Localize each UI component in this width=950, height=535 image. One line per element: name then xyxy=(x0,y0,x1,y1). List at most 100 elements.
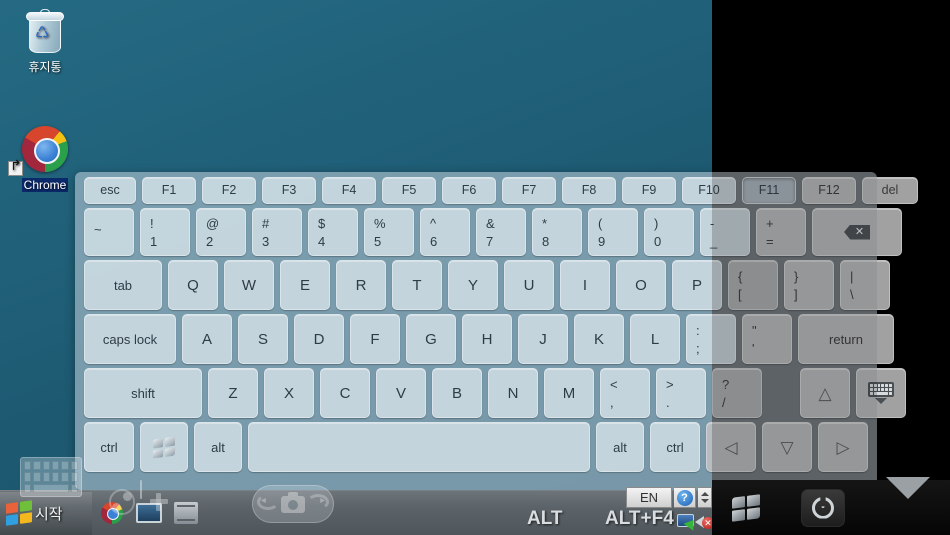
key-f2[interactable]: F2 xyxy=(202,177,256,204)
key-caps-lock[interactable]: caps lock xyxy=(84,314,176,364)
key-f4[interactable]: F4 xyxy=(322,177,376,204)
key-6[interactable]: ^ 6 xyxy=(420,208,470,256)
key-minus[interactable]: - _ xyxy=(700,208,750,256)
on-screen-keyboard[interactable]: esc F1 F2 F3 F4 F5 F6 F7 F8 F9 F10 F11 F… xyxy=(75,172,918,490)
key-f10[interactable]: F10 xyxy=(682,177,736,204)
key-f3[interactable]: F3 xyxy=(262,177,316,204)
key-semicolon[interactable]: : ; xyxy=(686,314,736,364)
key-f7[interactable]: F7 xyxy=(502,177,556,204)
key-w[interactable]: W xyxy=(224,260,274,310)
key-0[interactable]: ) 0 xyxy=(644,208,694,256)
key-alt-right[interactable]: alt xyxy=(596,422,644,472)
key-f6[interactable]: F6 xyxy=(442,177,496,204)
key-n[interactable]: N xyxy=(488,368,538,418)
key-q[interactable]: Q xyxy=(168,260,218,310)
key-p[interactable]: P xyxy=(672,260,722,310)
key-label: F7 xyxy=(521,183,537,198)
language-indicator[interactable]: EN xyxy=(626,487,672,508)
key-r[interactable]: R xyxy=(336,260,386,310)
nav-hide-button[interactable] xyxy=(885,476,930,517)
key-slash[interactable]: ? / xyxy=(712,368,762,418)
key-f[interactable]: F xyxy=(350,314,400,364)
key-j[interactable]: J xyxy=(518,314,568,364)
key-x[interactable]: X xyxy=(264,368,314,418)
key-arrow-right[interactable]: ▷ xyxy=(818,422,868,472)
key-label: F8 xyxy=(581,183,597,198)
key-2[interactable]: @ 2 xyxy=(196,208,246,256)
key-f8[interactable]: F8 xyxy=(562,177,616,204)
key-f1[interactable]: F1 xyxy=(142,177,196,204)
key-h[interactable]: H xyxy=(462,314,512,364)
key-esc[interactable]: esc xyxy=(84,177,136,204)
chevron-down-icon xyxy=(885,476,930,516)
nav-windows-button[interactable] xyxy=(732,493,761,522)
key-v[interactable]: V xyxy=(376,368,426,418)
key-quote[interactable]: " ' xyxy=(742,314,792,364)
key-z[interactable]: Z xyxy=(208,368,258,418)
key-1[interactable]: ! 1 xyxy=(140,208,190,256)
key-g[interactable]: G xyxy=(406,314,456,364)
key-arrow-left[interactable]: ◁ xyxy=(706,422,756,472)
key-del[interactable]: del xyxy=(862,177,918,204)
key-backslash[interactable]: | \ xyxy=(840,260,890,310)
key-bracket-right[interactable]: } ] xyxy=(784,260,834,310)
key-label: H xyxy=(481,330,493,348)
key-9[interactable]: ( 9 xyxy=(588,208,638,256)
key-shift[interactable]: shift xyxy=(84,368,202,418)
key-label: C xyxy=(339,384,351,402)
alt-overlay-label[interactable]: ALT xyxy=(527,508,563,530)
key-comma[interactable]: < , xyxy=(600,368,650,418)
keyboard-row-control: ctrl alt alt ctrl ◁ ▽ ▷ xyxy=(79,422,873,472)
key-tab[interactable]: tab xyxy=(84,260,162,310)
key-f11[interactable]: F11 xyxy=(742,177,796,204)
key-7[interactable]: & 7 xyxy=(476,208,526,256)
key-a[interactable]: A xyxy=(182,314,232,364)
key-b[interactable]: B xyxy=(432,368,482,418)
desktop-icon-recycle-bin[interactable]: ♺ 휴지통 xyxy=(2,8,88,74)
chrome-icon xyxy=(2,126,88,176)
key-period[interactable]: > . xyxy=(656,368,706,418)
key-4[interactable]: $ 4 xyxy=(308,208,358,256)
floating-screen-rotate-toggle[interactable] xyxy=(252,485,334,527)
key-3[interactable]: # 3 xyxy=(252,208,302,256)
key-d[interactable]: D xyxy=(294,314,344,364)
key-backspace[interactable]: ✕ xyxy=(812,208,902,256)
key-c[interactable]: C xyxy=(320,368,370,418)
key-o[interactable]: O xyxy=(616,260,666,310)
tray-expand-button[interactable] xyxy=(698,487,712,508)
key-label-bottom: 1 xyxy=(150,233,158,249)
key-arrow-up[interactable]: △ xyxy=(800,368,850,418)
key-e[interactable]: E xyxy=(280,260,330,310)
help-button[interactable]: ? xyxy=(674,487,696,508)
key-ctrl-right[interactable]: ctrl xyxy=(650,422,700,472)
key-arrow-down[interactable]: ▽ xyxy=(762,422,812,472)
key-bracket-left[interactable]: { [ xyxy=(728,260,778,310)
key-5[interactable]: % 5 xyxy=(364,208,414,256)
key-m[interactable]: M xyxy=(544,368,594,418)
nav-power-button[interactable] xyxy=(800,488,845,527)
key-t[interactable]: T xyxy=(392,260,442,310)
floating-gamepad-toggle[interactable] xyxy=(109,480,216,529)
key-hide-keyboard[interactable] xyxy=(856,368,906,418)
key-8[interactable]: * 8 xyxy=(532,208,582,256)
key-alt-left[interactable]: alt xyxy=(194,422,242,472)
key-return[interactable]: return xyxy=(798,314,894,364)
key-f12[interactable]: F12 xyxy=(802,177,856,204)
key-label: M xyxy=(562,384,576,402)
key-k[interactable]: K xyxy=(574,314,624,364)
key-label-top: ^ xyxy=(430,215,437,231)
floating-keyboard-toggle[interactable] xyxy=(20,457,98,507)
key-windows[interactable] xyxy=(140,422,188,472)
key-s[interactable]: S xyxy=(238,314,288,364)
key-u[interactable]: U xyxy=(504,260,554,310)
key-f9[interactable]: F9 xyxy=(622,177,676,204)
key-f5[interactable]: F5 xyxy=(382,177,436,204)
key-backtick[interactable]: ~ xyxy=(84,208,134,256)
key-i[interactable]: I xyxy=(560,260,610,310)
key-space[interactable] xyxy=(248,422,590,472)
key-label-bottom: _ xyxy=(710,233,718,249)
key-equals[interactable]: + = xyxy=(756,208,806,256)
chevron-down-icon xyxy=(700,499,709,503)
key-l[interactable]: L xyxy=(630,314,680,364)
key-y[interactable]: Y xyxy=(448,260,498,310)
